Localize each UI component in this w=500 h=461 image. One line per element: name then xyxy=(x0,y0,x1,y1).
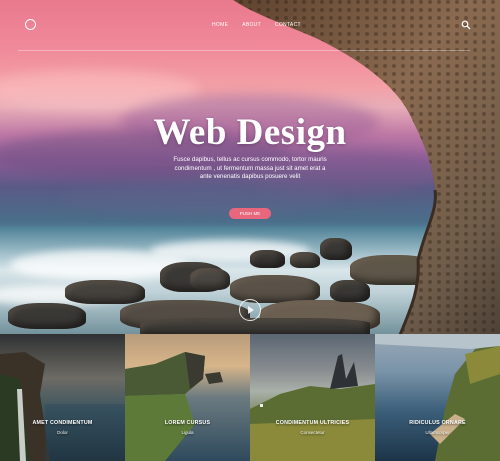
tile-subtitle: Dolor xyxy=(57,430,68,435)
play-icon[interactable] xyxy=(239,299,261,321)
tile-image xyxy=(0,352,125,461)
tile-subtitle: Consectetur xyxy=(300,430,325,435)
tile-ridiculus-ornare[interactable]: RIDICULUS ORNARE Ullamcorper xyxy=(375,334,500,461)
tile-subtitle: Ligula xyxy=(181,430,194,435)
tile-title: RIDICULUS ORNARE xyxy=(409,420,466,426)
push-me-button[interactable]: PUSH ME xyxy=(229,208,271,219)
hero-title: Web Design xyxy=(153,112,347,153)
rock xyxy=(8,303,86,329)
tile-image xyxy=(250,354,375,461)
tile-lorem-cursus[interactable]: LOREM CURSUS Ligula xyxy=(125,334,250,461)
tile-title: AMET CONDIMENTUM xyxy=(32,420,93,426)
tile-title: CONDIMENTUM ULTRICIES xyxy=(275,420,350,426)
nav-item-about[interactable]: ABOUT xyxy=(242,22,261,28)
landing-page: HOME ABOUT CONTACT Web Design Fusce dapi… xyxy=(0,0,500,461)
nav-item-contact[interactable]: CONTACT xyxy=(275,22,301,28)
tile-condimentum-ultricies[interactable]: CONDIMENTUM ULTRICIES Consectetur xyxy=(250,334,375,461)
circle-logo-icon[interactable] xyxy=(25,19,36,30)
search-icon[interactable] xyxy=(461,20,471,30)
hero-subtitle: Fusce dapibus, tellus ac cursus commodo,… xyxy=(173,156,327,180)
tile-image xyxy=(375,334,500,461)
tile-amet-condimentum[interactable]: AMET CONDIMENTUM Dolor xyxy=(0,334,125,461)
nav-item-home[interactable]: HOME xyxy=(212,22,228,28)
tile-image xyxy=(125,352,223,461)
tile-subtitle: Ullamcorper xyxy=(425,430,450,435)
header-divider xyxy=(18,50,470,51)
rock xyxy=(65,280,145,304)
tile-title: LOREM CURSUS xyxy=(164,420,211,426)
main-nav: HOME ABOUT CONTACT xyxy=(212,22,301,28)
hero-section: HOME ABOUT CONTACT Web Design Fusce dapi… xyxy=(0,0,500,334)
feature-tiles: AMET CONDIMENTUM Dolor LOREM CURSUS Ligu… xyxy=(0,334,500,461)
